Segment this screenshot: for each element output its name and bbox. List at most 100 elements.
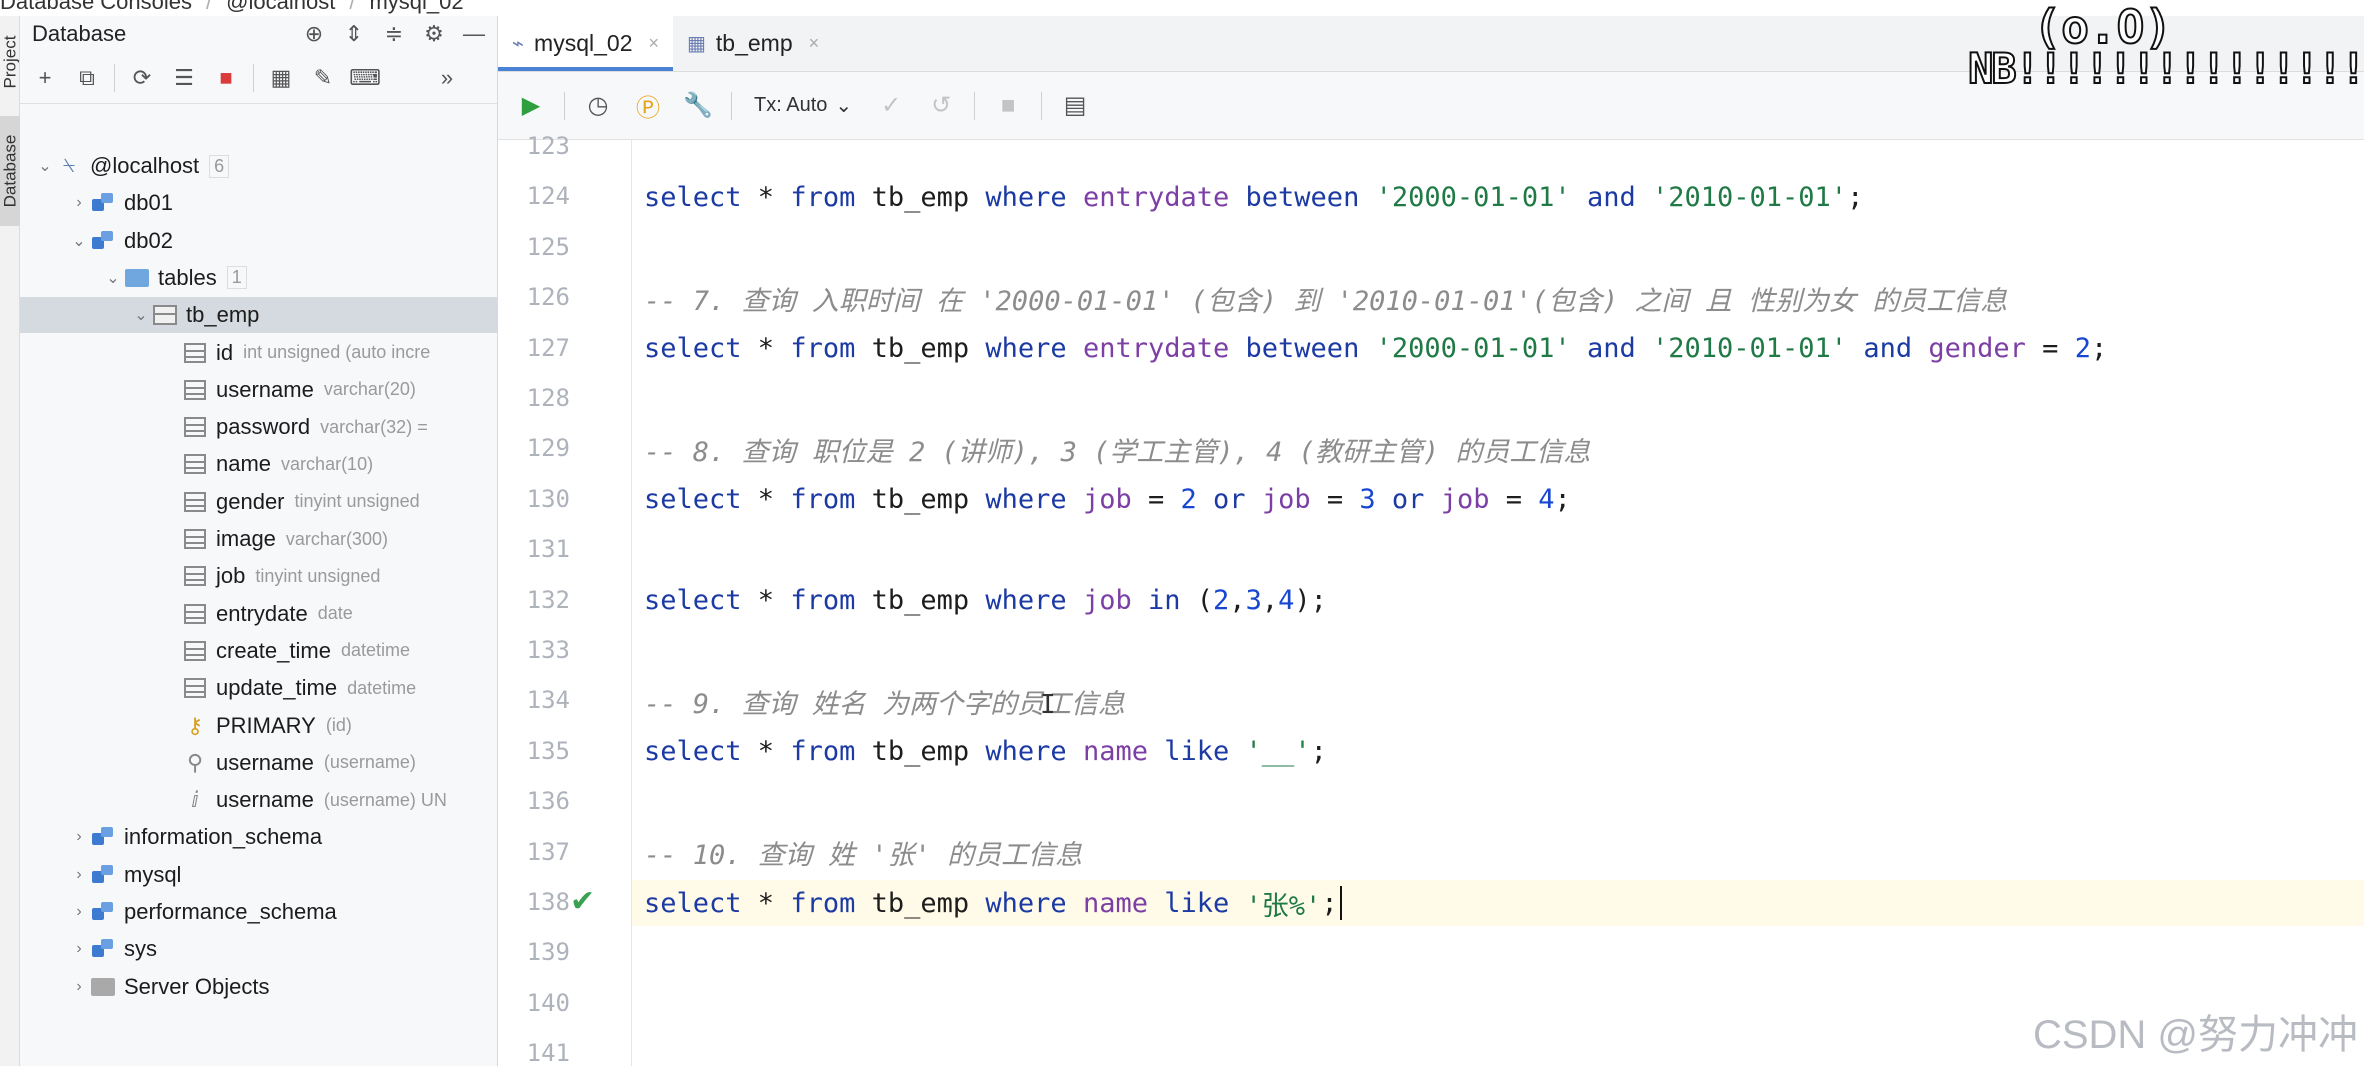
line-number: 124 (526, 182, 570, 211)
tree-node[interactable]: entrydate date (20, 596, 498, 632)
tree-node[interactable]: image varchar(300) (20, 521, 498, 557)
line-number: 123 (526, 132, 570, 160)
tree-node[interactable]: ⅈ username (username) UN (20, 782, 498, 818)
tree-node[interactable]: › Server Objects (20, 969, 498, 1005)
close-icon[interactable]: × (809, 33, 820, 54)
tree-node[interactable]: › information_schema (20, 819, 498, 855)
tree-node[interactable]: name varchar(10) (20, 446, 498, 482)
chevron-right-icon[interactable]: › (68, 978, 90, 996)
tree-node[interactable]: username varchar(20) (20, 372, 498, 408)
gear-icon[interactable]: ⚙ (421, 21, 447, 47)
line-number: 126 (526, 283, 570, 312)
current-code-line[interactable]: select * from tb_emp where name like '张%… (632, 880, 2364, 926)
breadcrumb-item-console[interactable]: mysql_02 (369, 0, 463, 15)
close-icon[interactable]: × (648, 33, 659, 54)
tree-node[interactable]: gender tinyint unsigned (20, 484, 498, 520)
database-tool-tab[interactable]: Database (0, 116, 20, 226)
crosshair-icon[interactable]: ⊕ (301, 21, 327, 47)
schema-icon[interactable]: ☰ (167, 61, 201, 95)
code-line[interactable]: -- 10. 查询 姓 '张' 的员工信息 (644, 830, 1082, 876)
refresh-icon[interactable]: ⟳ (125, 61, 159, 95)
tree-node[interactable]: › performance_schema (20, 894, 498, 930)
commit-icon[interactable]: ✓ (872, 87, 910, 125)
stop-icon[interactable]: ■ (209, 61, 243, 95)
code-line[interactable]: select * from tb_emp where job in (2, 3, 4… (644, 578, 1327, 624)
tree-node-label: @localhost (90, 153, 200, 178)
chevron-right-icon[interactable]: › (68, 828, 90, 846)
stop-icon[interactable]: ■ (989, 87, 1027, 125)
tree-node[interactable]: update_time datetime (20, 670, 498, 706)
minimize-icon[interactable]: — (461, 21, 487, 47)
tree-node[interactable]: create_time datetime (20, 633, 498, 669)
line-number: 133 (526, 636, 570, 664)
column-type: (username) (323, 752, 416, 773)
history-icon[interactable]: ◷ (579, 87, 617, 125)
add-icon[interactable]: + (28, 61, 62, 95)
profile-icon[interactable]: Ⓟ (629, 87, 667, 125)
breadcrumb-item-host[interactable]: @localhost (226, 0, 335, 15)
project-tool-tab[interactable]: Project (0, 16, 20, 108)
tree-node[interactable]: ⌄ tables 1 (20, 260, 498, 296)
chevron-right-icon[interactable]: › (68, 940, 90, 958)
expand-all-icon[interactable]: ⇕ (341, 21, 367, 47)
toolbar-separator (564, 91, 565, 120)
code-token: and (1863, 333, 1913, 365)
code-token: like (1164, 736, 1230, 768)
breadcrumb-separator: / (349, 0, 356, 14)
chevron-right-icon[interactable]: › (68, 903, 90, 921)
tree-node-count: 6 (209, 154, 230, 178)
code-token: , (1261, 585, 1279, 617)
collapse-all-icon[interactable]: ≑ (381, 21, 407, 47)
tab-tb-emp[interactable]: ▦ tb_emp × (673, 15, 833, 71)
chevron-down-icon[interactable]: ⌄ (102, 268, 124, 288)
sql-editor[interactable]: select * from tb_emp where entrydate bet… (632, 140, 2364, 1066)
code-line[interactable]: -- 8. 查询 职位是 2 (讲师), 3 (学工主管), 4 (教研主管) … (644, 426, 1590, 472)
code-token: from (790, 736, 856, 768)
code-token: tb_emp (855, 181, 986, 213)
code-token: 2 (1180, 484, 1197, 516)
rollback-icon[interactable]: ↺ (922, 87, 960, 125)
tree-node[interactable]: id int unsigned (auto incre (20, 335, 498, 371)
tab-mysql-02[interactable]: ⌁ mysql_02 × (498, 15, 673, 71)
table-icon[interactable]: ▦ (264, 61, 298, 95)
tree-node[interactable]: › db01 (20, 185, 498, 221)
wrench-icon[interactable]: 🔧 (679, 87, 717, 125)
more-icon[interactable]: » (430, 61, 464, 95)
code-token: between (1245, 333, 1360, 365)
tree-node[interactable]: ⌄ ⍀ @localhost 6 (20, 148, 498, 184)
tree-node[interactable]: › sys (20, 931, 498, 967)
code-line[interactable]: select * from tb_emp where name like '__… (644, 729, 1327, 775)
tree-node[interactable]: ⌄ db02 (20, 223, 498, 259)
chevron-right-icon[interactable]: › (68, 866, 90, 884)
toolbar-separator (114, 63, 115, 92)
tree-node[interactable]: password varchar(32) = (20, 409, 498, 445)
breadcrumb-item-consoles[interactable]: Database Consoles (0, 0, 192, 15)
console-icon[interactable]: ⌨ (348, 61, 382, 95)
tree-node[interactable]: › mysql (20, 857, 498, 893)
tree-node[interactable]: ⚷ PRIMARY (id) (20, 708, 498, 744)
tree-node-label: gender (216, 488, 285, 514)
chevron-right-icon[interactable]: › (68, 194, 90, 212)
edit-icon[interactable]: ✎ (306, 61, 340, 95)
chevron-down-icon[interactable]: ⌄ (68, 231, 90, 251)
code-line[interactable]: select * from tb_emp where entrydate bet… (644, 326, 2107, 372)
tree-node-label: mysql (124, 861, 182, 887)
tree-node[interactable]: job tinyint unsigned (20, 558, 498, 594)
copy-icon[interactable]: ⧉ (70, 61, 104, 95)
column-icon (182, 527, 208, 551)
tree-node[interactable]: ⌄ tb_emp (20, 297, 498, 334)
run-icon[interactable]: ▶ (512, 87, 550, 125)
code-token: , (1229, 585, 1246, 617)
tree-node-label: name (216, 451, 272, 477)
chevron-down-icon[interactable]: ⌄ (34, 156, 56, 176)
transaction-mode-dropdown[interactable]: Tx: Auto ⌄ (746, 93, 860, 118)
code-token: 3 (1359, 484, 1376, 516)
grid-icon[interactable]: ▤ (1056, 87, 1094, 125)
chevron-down-icon[interactable]: ⌄ (130, 305, 152, 325)
code-line[interactable]: select * from tb_emp where entrydate bet… (644, 174, 1863, 220)
tree-node[interactable]: ⚲ username (username) (20, 745, 498, 781)
code-line[interactable]: -- 7. 查询 入职时间 在 '2000-01-01' (包含) 到 '201… (644, 275, 2007, 321)
code-line[interactable]: select * from tb_emp where job = 2 or jo… (644, 477, 1571, 523)
